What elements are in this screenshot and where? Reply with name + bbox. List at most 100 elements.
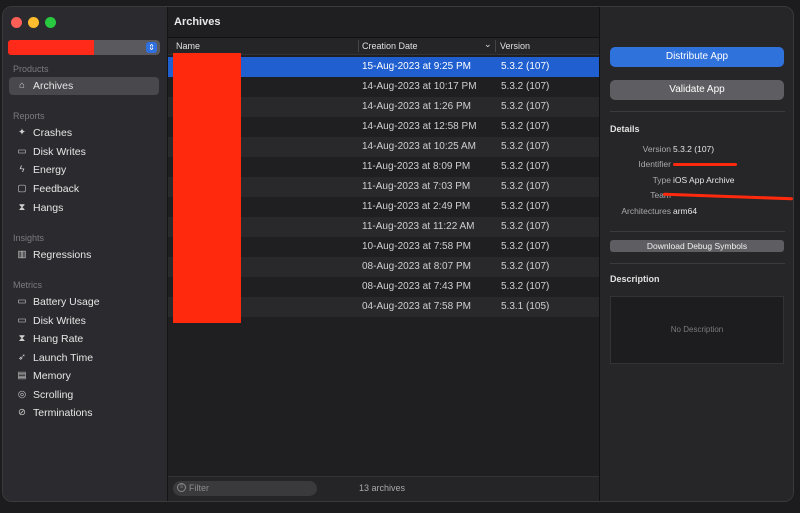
detail-key: Type	[652, 175, 671, 185]
page-title: Archives	[174, 16, 221, 28]
memory-icon: ▤	[17, 370, 27, 381]
section-metrics-title: Metrics	[13, 280, 42, 290]
creation-date-cell: 14-Aug-2023 at 1:26 PM	[362, 101, 471, 112]
description-box[interactable]: No Description	[610, 296, 784, 364]
distribute-app-button[interactable]: Distribute App	[610, 47, 784, 67]
column-divider	[358, 40, 359, 52]
sidebar-item-label: Disk Writes	[33, 315, 86, 327]
column-header-version[interactable]: Version	[500, 41, 530, 51]
divider	[610, 111, 785, 112]
version-cell: 5.3.2 (107)	[501, 81, 550, 92]
sidebar-item-label: Memory	[33, 370, 71, 382]
column-divider	[495, 40, 496, 52]
column-header-name[interactable]: Name	[176, 41, 200, 51]
creation-date-cell: 11-Aug-2023 at 11:22 AM	[362, 221, 475, 232]
sidebar: ⇕ Products ⌂ Archives Reports ✦ Crashes …	[3, 7, 168, 501]
sidebar-item-label: Launch Time	[33, 352, 94, 364]
inspector-panel: Distribute App Validate App Details Vers…	[600, 7, 793, 501]
sidebar-item-hang-rate[interactable]: ⧗ Hang Rate	[9, 330, 159, 348]
sidebar-item-regressions[interactable]: ▥ Regressions	[9, 246, 159, 264]
divider	[610, 231, 785, 232]
redacted-app-name	[8, 40, 94, 55]
filter-input[interactable]: ≡ Filter	[173, 481, 317, 496]
creation-date-cell: 14-Aug-2023 at 10:25 AM	[362, 141, 476, 152]
xcode-organizer-window: ⇕ Products ⌂ Archives Reports ✦ Crashes …	[2, 6, 794, 502]
app-selector[interactable]: ⇕	[8, 40, 160, 55]
sidebar-item-feedback[interactable]: ▢ Feedback	[9, 180, 159, 198]
hourglass-icon: ⧗	[18, 202, 26, 213]
redacted-name-column	[173, 53, 241, 323]
zoom-window-button[interactable]	[45, 17, 56, 28]
sidebar-item-hangs[interactable]: ⧗ Hangs	[9, 199, 159, 217]
sidebar-item-crashes[interactable]: ✦ Crashes	[9, 124, 159, 142]
sidebar-item-disk-writes[interactable]: ▭ Disk Writes	[9, 143, 159, 161]
terminations-icon: ⊘	[18, 407, 26, 418]
sidebar-item-launch-time[interactable]: ➶ Launch Time	[9, 349, 159, 367]
creation-date-cell: 14-Aug-2023 at 12:58 PM	[362, 121, 477, 132]
sidebar-item-label: Hang Rate	[33, 333, 84, 345]
column-header-creation-date[interactable]: Creation Date	[362, 41, 418, 51]
version-cell: 5.3.2 (107)	[501, 221, 550, 232]
close-window-button[interactable]	[11, 17, 22, 28]
version-cell: 5.3.2 (107)	[501, 241, 550, 252]
creation-date-cell: 11-Aug-2023 at 8:09 PM	[362, 161, 471, 172]
detail-value: 5.3.2 (107)	[673, 144, 715, 154]
scrolling-icon: ◎	[17, 389, 27, 400]
validate-app-button[interactable]: Validate App	[610, 80, 784, 100]
sidebar-item-scrolling[interactable]: ◎ Scrolling	[9, 386, 159, 404]
filter-icon: ≡	[177, 483, 186, 492]
detail-key: Identifier	[638, 159, 671, 169]
popup-stepper-icon: ⇕	[146, 42, 157, 53]
details-title: Details	[610, 124, 640, 134]
detail-identifier: Identifier	[600, 159, 793, 171]
archive-count: 13 archives	[359, 483, 406, 493]
regressions-icon: ▥	[17, 249, 27, 260]
version-cell: 5.3.2 (107)	[501, 101, 550, 112]
version-cell: 5.3.2 (107)	[501, 161, 550, 172]
crash-icon: ✦	[18, 127, 26, 138]
creation-date-cell: 08-Aug-2023 at 7:43 PM	[362, 281, 471, 292]
sidebar-item-disk-writes-metric[interactable]: ▭ Disk Writes	[9, 312, 159, 330]
battery-icon: ▭	[17, 296, 27, 307]
disk-icon: ▭	[17, 146, 27, 157]
energy-icon: ϟ	[19, 164, 25, 175]
sidebar-item-label: Terminations	[33, 407, 93, 419]
detail-team: Team	[600, 190, 793, 202]
window-controls	[11, 17, 56, 28]
sidebar-item-battery-usage[interactable]: ▭ Battery Usage	[9, 293, 159, 311]
sidebar-item-label: Hangs	[33, 202, 64, 214]
section-insights-title: Insights	[13, 233, 45, 243]
archives-list-pane: Archives Name Creation Date ⌄ Version 15…	[168, 7, 600, 501]
sidebar-item-memory[interactable]: ▤ Memory	[9, 367, 159, 385]
feedback-icon: ▢	[17, 183, 27, 194]
sidebar-item-label: Regressions	[33, 249, 92, 261]
sidebar-item-label: Feedback	[33, 183, 80, 195]
disk-icon: ▭	[17, 315, 27, 326]
sidebar-item-archives[interactable]: ⌂ Archives	[9, 77, 159, 95]
version-cell: 5.3.2 (107)	[501, 181, 550, 192]
download-debug-symbols-button[interactable]: Download Debug Symbols	[610, 240, 784, 252]
redacted-team	[662, 192, 793, 201]
detail-type: Type iOS App Archive	[600, 175, 793, 187]
creation-date-cell: 08-Aug-2023 at 8:07 PM	[362, 261, 471, 272]
sidebar-item-label: Energy	[33, 164, 67, 176]
sidebar-item-label: Crashes	[33, 127, 73, 139]
creation-date-cell: 10-Aug-2023 at 7:58 PM	[362, 241, 471, 252]
sidebar-item-terminations[interactable]: ⊘ Terminations	[9, 404, 159, 422]
detail-value: arm64	[673, 206, 698, 216]
redacted-identifier	[673, 163, 737, 166]
detail-value: iOS App Archive	[673, 175, 735, 185]
filter-placeholder: Filter	[189, 483, 209, 493]
description-title: Description	[610, 274, 660, 284]
section-products-title: Products	[13, 64, 49, 74]
version-cell: 5.3.2 (107)	[501, 61, 550, 72]
version-cell: 5.3.2 (107)	[501, 281, 550, 292]
creation-date-cell: 11-Aug-2023 at 2:49 PM	[362, 201, 471, 212]
sort-chevron-icon: ⌄	[484, 39, 492, 49]
sidebar-item-energy[interactable]: ϟ Energy	[9, 161, 159, 179]
detail-version: Version 5.3.2 (107)	[600, 144, 793, 156]
creation-date-cell: 11-Aug-2023 at 7:03 PM	[362, 181, 471, 192]
minimize-window-button[interactable]	[28, 17, 39, 28]
sidebar-item-label: Scrolling	[33, 389, 74, 401]
version-cell: 5.3.2 (107)	[501, 121, 550, 132]
